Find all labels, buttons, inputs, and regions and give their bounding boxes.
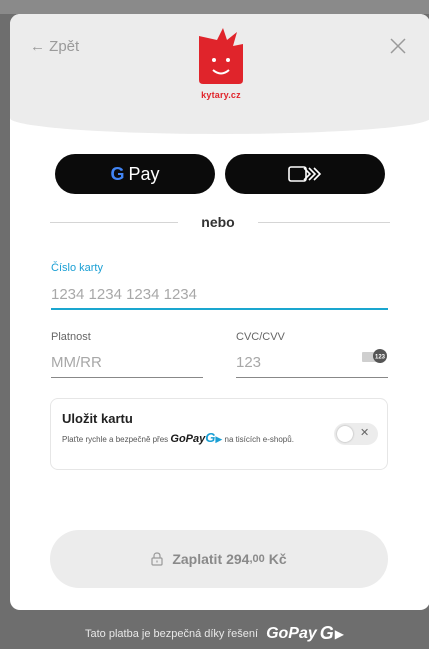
separator-line-right xyxy=(258,222,390,223)
expiry-label: Platnost xyxy=(51,331,91,343)
pay-button[interactable]: Zaplatit 294,00 Kč xyxy=(50,530,388,588)
footer-gopay-arrow-icon: ▶ xyxy=(334,626,344,641)
save-card-toggle[interactable]: ✕ xyxy=(334,423,378,445)
back-button[interactable]: ← Zpět xyxy=(30,38,79,55)
lock-icon xyxy=(151,552,163,566)
gopay-arrow-icon: ▶ xyxy=(215,434,223,444)
footer-text: Tato platba je bezpečná díky řešení xyxy=(85,627,259,640)
contactless-card-icon xyxy=(288,166,322,182)
contactless-pay-button[interactable] xyxy=(225,154,385,194)
cvc-card-icon: 123 xyxy=(362,348,388,364)
separator-line-left xyxy=(50,222,178,223)
save-card-description: Plaťte rychle a bezpečně přes GoPayG▶ na… xyxy=(62,431,332,447)
cvc-icon-text: 123 xyxy=(375,355,386,361)
kytary-logo: kytary.cz xyxy=(193,24,249,104)
save-card-text-after: na tisících e-shopů. xyxy=(224,435,294,444)
save-card-title: Uložit kartu xyxy=(62,411,133,426)
pay-amount-decimals: ,00 xyxy=(249,553,265,565)
gopay-inline-logo: GoPay xyxy=(170,433,206,445)
card-number-input[interactable] xyxy=(51,280,388,310)
close-icon[interactable] xyxy=(388,36,408,56)
google-pay-button[interactable]: G Pay xyxy=(55,154,215,194)
save-card-text-before: Plaťte rychle a bezpečně přes xyxy=(62,435,169,444)
google-g-icon: G xyxy=(110,163,125,184)
cvc-label: CVC/CVV xyxy=(236,331,285,343)
secure-payment-footer: Tato platba je bezpečná díky řešení GoPa… xyxy=(0,618,429,649)
footer-gopay-logo: GoPay xyxy=(266,624,317,642)
google-pay-label: Pay xyxy=(128,163,160,184)
save-card-box: Uložit kartu Plaťte rychle a bezpečně př… xyxy=(50,398,388,470)
separator-label: nebo xyxy=(201,214,235,230)
pay-button-label: Zaplatit xyxy=(172,551,223,567)
card-number-label: Číslo karty xyxy=(51,262,103,274)
gopay-g-icon: G xyxy=(205,430,216,445)
close-button[interactable] xyxy=(388,36,408,56)
footer-gopay-g-icon: G xyxy=(319,623,334,643)
payment-modal: ← Zpět kytary.cz G Pay nebo Číslo karty … xyxy=(10,14,429,610)
expiry-input[interactable] xyxy=(51,348,203,378)
toggle-off-icon: ✕ xyxy=(360,427,370,439)
kytary-logo-icon xyxy=(199,28,243,84)
logo-caption: kytary.cz xyxy=(201,90,241,100)
pay-amount: 294 xyxy=(226,551,250,567)
toggle-knob xyxy=(337,426,353,442)
page-backdrop xyxy=(0,0,429,14)
pay-currency: Kč xyxy=(268,551,287,567)
